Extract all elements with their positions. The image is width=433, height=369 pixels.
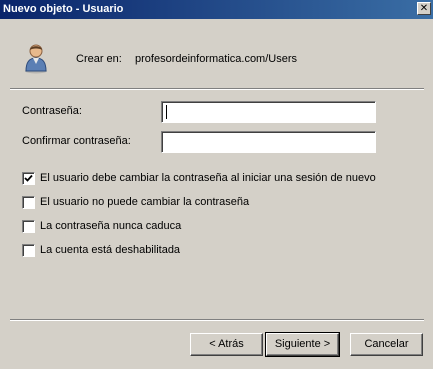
option-label: La cuenta está deshabilitada	[40, 244, 181, 256]
cancel-button[interactable]: Cancelar	[350, 333, 423, 356]
password-label: Contraseña:	[22, 105, 82, 117]
bottom-divider	[10, 319, 424, 321]
checkbox[interactable]	[22, 196, 35, 209]
next-button[interactable]: Siguiente >	[265, 332, 340, 357]
checkbox[interactable]	[22, 220, 35, 233]
close-icon: ✕	[419, 3, 429, 14]
checkbox[interactable]	[22, 244, 35, 257]
user-icon	[22, 42, 50, 74]
title-bar: Nuevo objeto - Usuario ✕	[0, 0, 433, 19]
create-in-path: profesordeinformatica.com/Users	[135, 53, 298, 65]
option-label: El usuario no puede cambiar la contraseñ…	[40, 196, 250, 208]
back-button[interactable]: < Atrás	[190, 333, 263, 356]
password-input[interactable]	[161, 101, 376, 123]
text-caret	[166, 105, 167, 119]
confirm-password-label: Confirmar contraseña:	[22, 135, 131, 147]
option-label: El usuario debe cambiar la contraseña al…	[40, 172, 376, 184]
check-icon	[24, 174, 33, 182]
window-title: Nuevo objeto - Usuario	[3, 3, 124, 15]
create-in-label: Crear en:	[76, 53, 122, 65]
close-button[interactable]: ✕	[417, 2, 431, 15]
dialog-content: Crear en: profesordeinformatica.com/User…	[0, 19, 433, 369]
option-label: La contraseña nunca caduca	[40, 220, 182, 232]
top-divider	[10, 88, 424, 90]
checkbox[interactable]	[22, 172, 35, 185]
confirm-password-input[interactable]	[161, 131, 376, 153]
